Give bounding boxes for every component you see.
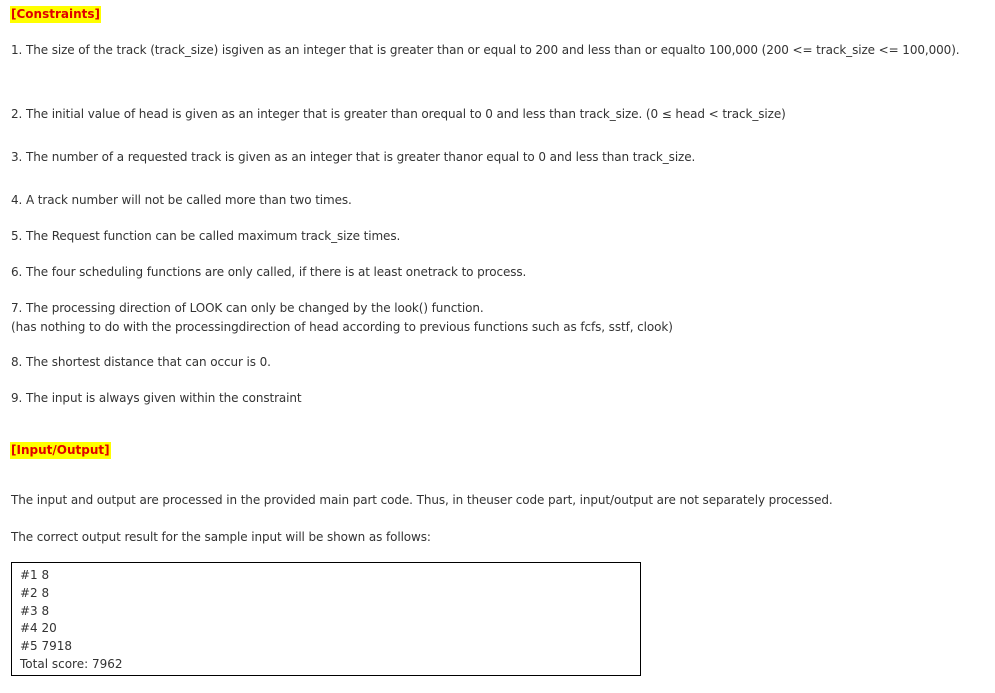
io-paragraph: The correct output result for the sample… [11, 530, 431, 544]
io-paragraph: The input and output are processed in th… [11, 493, 833, 507]
constraint-item: 6. The four scheduling functions are onl… [11, 265, 527, 279]
output-line: #4 20 [20, 621, 57, 636]
constraint-item: 3. The number of a requested track is gi… [11, 150, 696, 164]
constraint-item: 1. The size of the track (track_size) is… [11, 43, 960, 57]
input-output-heading: [Input/Output] [10, 442, 111, 459]
output-line: #3 8 [20, 603, 50, 618]
constraints-heading: [Constraints] [10, 6, 101, 23]
output-line: #5 7918 [20, 639, 73, 654]
constraint-item: 4. A track number will not be called mor… [11, 193, 352, 207]
constraint-item-note: (has nothing to do with the processingdi… [11, 320, 673, 334]
constraint-item: 7. The processing direction of LOOK can … [11, 301, 484, 315]
output-total-score: Total score: 7962 [20, 656, 123, 671]
output-line: #2 8 [20, 585, 50, 600]
constraint-item: 9. The input is always given within the … [11, 391, 302, 405]
sample-output-box: #1 8 #2 8 #3 8 #4 20 #5 7918 Total score… [11, 562, 641, 676]
output-line: #1 8 [20, 568, 50, 582]
constraint-item: 5. The Request function can be called ma… [11, 229, 401, 243]
constraint-item: 8. The shortest distance that can occur … [11, 355, 271, 369]
constraint-item: 2. The initial value of head is given as… [11, 107, 786, 121]
